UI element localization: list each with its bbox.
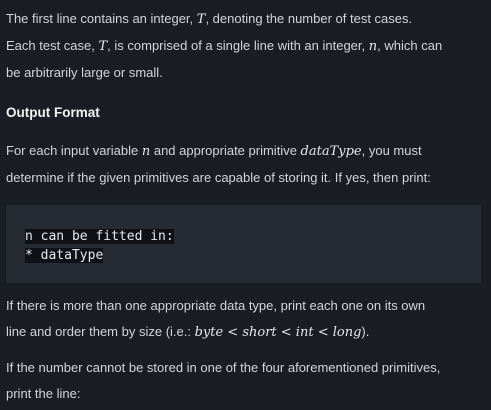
code-block[interactable]: n can be fitted in: * dataType: [6, 205, 481, 283]
fail-line-2: print the line:: [6, 386, 81, 401]
output-line-2: determine if the given primitives are ca…: [6, 170, 431, 185]
code-text: * dataType: [25, 248, 104, 263]
text: , which can: [377, 38, 443, 53]
text: line and order them by size (i.e.:: [6, 324, 195, 339]
fail-line-1: If the number cannot be stored in one of…: [6, 360, 441, 375]
intro-line-3: be arbitrarily large or small.: [6, 65, 163, 80]
intro-line-2: Each test case, T, is comprised of a sin…: [6, 33, 486, 60]
fail-note: If the number cannot be stored in one of…: [6, 355, 486, 407]
text: , you must: [361, 143, 422, 158]
math-variable: T: [98, 39, 108, 54]
input-format-description: The first line contains an integer, T , d…: [6, 6, 486, 86]
math-variable: n: [368, 39, 378, 54]
text: Each test case,: [6, 38, 99, 53]
code-content[interactable]: n can be fitted in: * dataType: [25, 227, 174, 265]
output-format-description: For each input variable n and appropriat…: [6, 138, 486, 191]
text: ).: [361, 324, 370, 339]
text: The first line contains an integer,: [6, 11, 197, 26]
intro-line-1: The first line contains an integer, T, d…: [6, 6, 486, 33]
order-note: If there is more than one appropriate da…: [6, 293, 486, 346]
text: For each input variable: [6, 143, 142, 158]
output-line-1: For each input variable n and appropriat…: [6, 138, 486, 165]
text: , is comprised of a single line with an …: [107, 38, 369, 53]
order-line-2: line and order them by size (i.e.: byte …: [6, 319, 486, 346]
order-line-1: If there is more than one appropriate da…: [6, 298, 426, 313]
math-expression: byte < short < int < long: [194, 325, 362, 340]
text: and appropriate primitive: [150, 143, 301, 158]
text: , denoting the number of test cases.: [205, 11, 413, 26]
math-variable: dataType: [300, 144, 362, 159]
math-variable: n: [141, 144, 151, 159]
output-format-heading: Output Format: [6, 105, 100, 120]
code-line: * dataType: [25, 246, 174, 265]
code-line: n can be fitted in:: [25, 227, 174, 246]
code-text: n can be fitted in:: [25, 229, 174, 244]
